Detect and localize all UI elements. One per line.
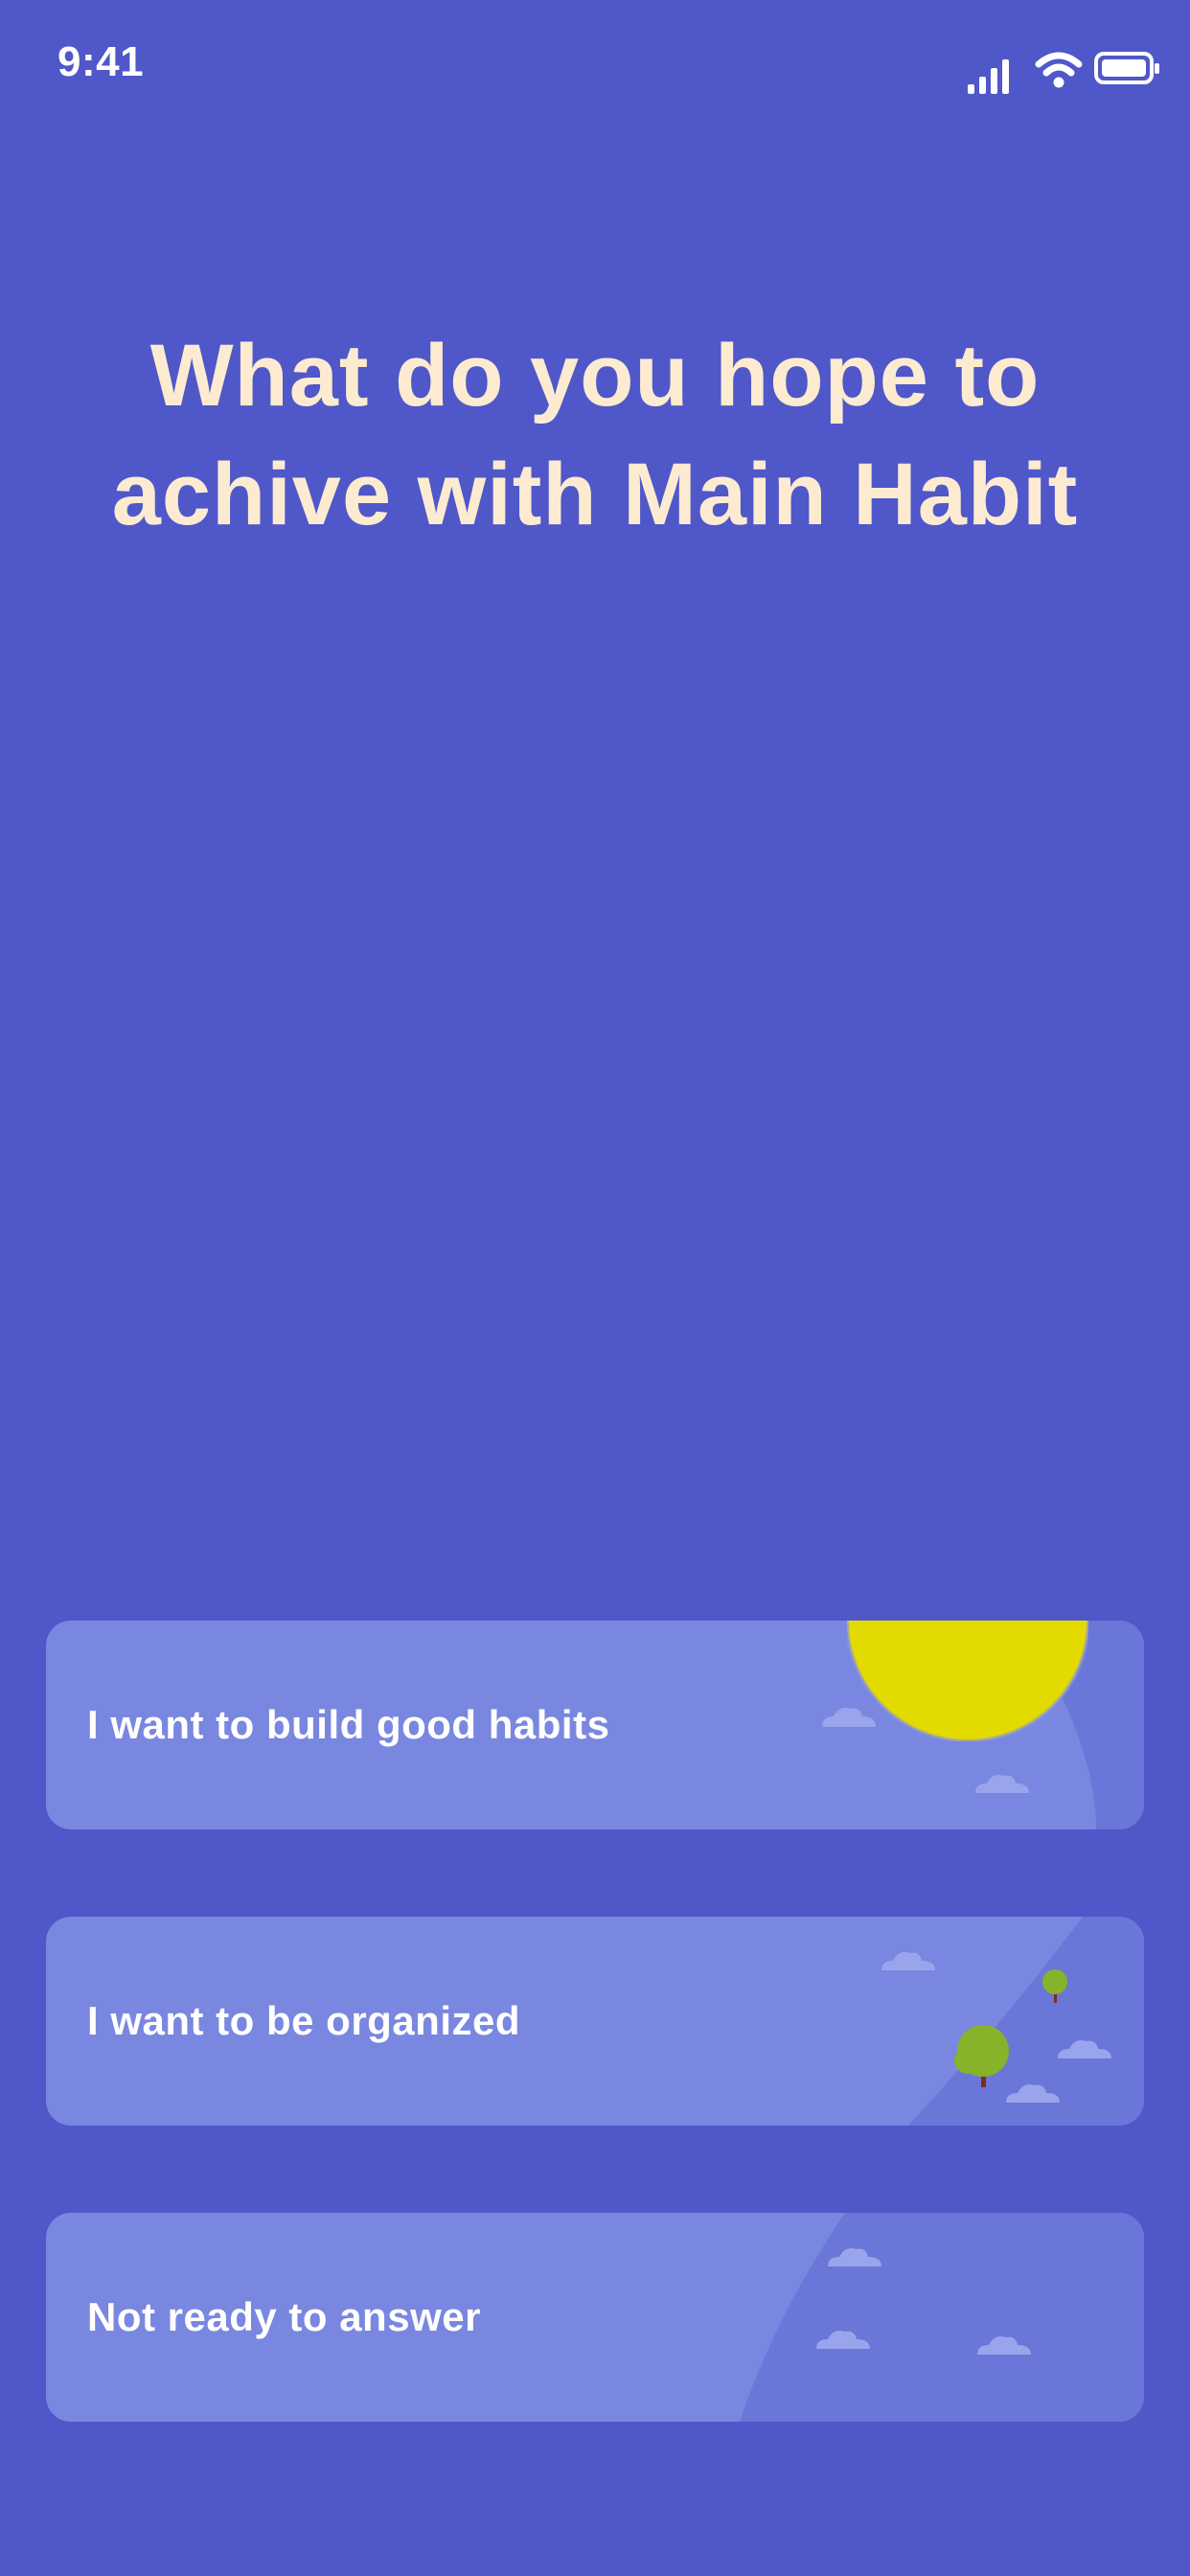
option-label: I want to be organized xyxy=(87,1998,521,2043)
status-bar: 9:41 xyxy=(0,0,1190,134)
sun-icon xyxy=(847,1620,1088,1741)
status-time: 9:41 xyxy=(57,38,145,85)
option-be-organized[interactable]: I want to be organized xyxy=(46,1917,1144,2126)
option-not-ready[interactable]: Not ready to answer xyxy=(46,2213,1144,2422)
cloud-icon xyxy=(975,1775,1029,1793)
page-title: What do you hope to achive with Main Hab… xyxy=(111,327,1079,543)
cellular-signal-icon xyxy=(968,59,1009,94)
battery-icon xyxy=(1094,52,1159,84)
cloud-icon xyxy=(881,1952,935,1970)
wifi-icon xyxy=(1035,52,1083,88)
option-label: I want to build good habits xyxy=(87,1702,610,1747)
option-label: Not ready to answer xyxy=(87,2294,481,2339)
option-build-good-habits[interactable]: I want to build good habits xyxy=(46,1620,1144,1829)
